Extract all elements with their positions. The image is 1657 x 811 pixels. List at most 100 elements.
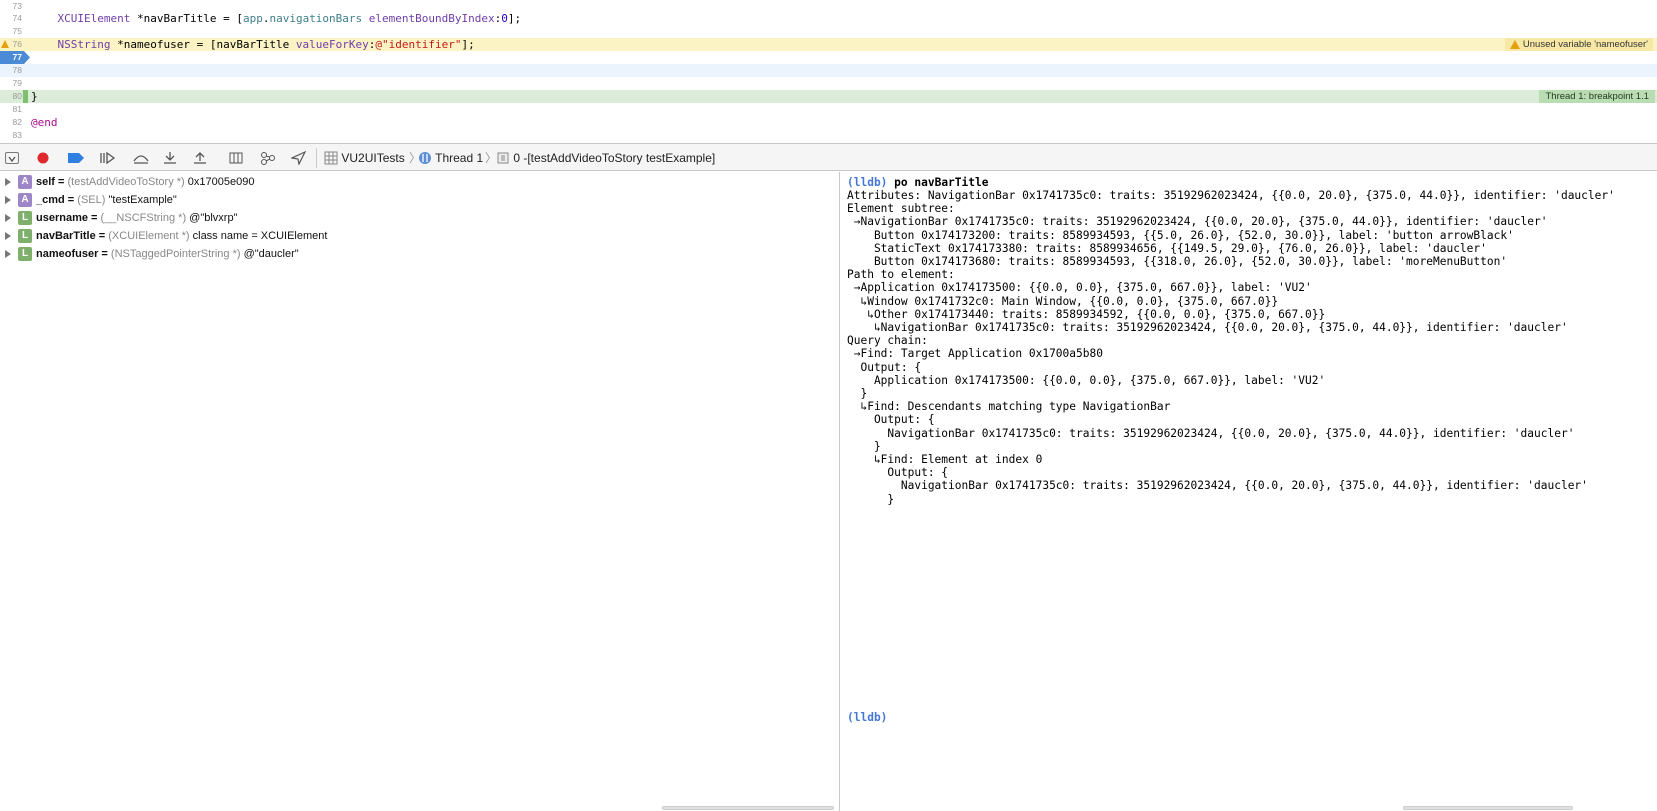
console-line: Query chain: bbox=[847, 334, 928, 348]
thread-icon bbox=[419, 152, 431, 164]
horizontal-scrollbar[interactable] bbox=[662, 806, 834, 810]
breakpoint-marker[interactable]: 77 bbox=[0, 51, 30, 64]
view-hierarchy-button[interactable] bbox=[228, 151, 244, 165]
variable-type: (XCUIElement *) bbox=[108, 230, 190, 242]
code-text: NSString *nameofuser = [navBarTitle valu… bbox=[57, 38, 475, 51]
code-line[interactable]: 83 bbox=[0, 129, 1657, 142]
step-over-button[interactable] bbox=[131, 151, 151, 165]
code-editor[interactable]: 73 74 XCUIElement *navBarTitle = [app.na… bbox=[0, 0, 1657, 143]
console-line: } bbox=[847, 492, 895, 506]
variable-value: @"daucler" bbox=[243, 248, 299, 260]
step-out-button[interactable] bbox=[192, 151, 208, 165]
console-line: Element subtree: bbox=[847, 202, 955, 216]
record-icon bbox=[37, 152, 49, 164]
disclosure-triangle-icon[interactable] bbox=[5, 178, 11, 186]
code-line[interactable]: 74 XCUIElement *navBarTitle = [app.navig… bbox=[0, 12, 1657, 25]
console-line: →NavigationBar 0x1741735c0: traits: 3519… bbox=[847, 215, 1548, 229]
memory-graph-icon bbox=[261, 152, 275, 165]
line-number: 80 bbox=[12, 91, 22, 101]
lldb-prompt: (lldb) bbox=[847, 176, 888, 189]
grid-target-icon bbox=[324, 151, 338, 165]
code-text: } bbox=[31, 90, 38, 103]
console-line: ↳Find: Descendants matching type Navigat… bbox=[847, 400, 1171, 414]
line-number: 82 bbox=[12, 117, 22, 127]
variable-name: navBarTitle bbox=[36, 230, 96, 242]
warning-icon bbox=[1509, 40, 1520, 49]
variable-type: (__NSCFString *) bbox=[100, 212, 187, 224]
variable-value: 0x17005e090 bbox=[187, 176, 255, 188]
variable-row[interactable]: A self = (testAddVideoToStory *) 0x17005… bbox=[0, 173, 840, 191]
location-arrow-icon bbox=[289, 150, 307, 166]
step-out-icon bbox=[194, 152, 206, 164]
code-line-breakpoint[interactable]: 80} Thread 1: breakpoint 1.1 bbox=[0, 90, 1657, 103]
breadcrumb-label: 0 -[testAddVideoToStory testExample] bbox=[513, 151, 716, 165]
line-number: 79 bbox=[12, 78, 22, 88]
activate-breakpoints-button[interactable] bbox=[66, 151, 86, 165]
console-line: Path to element: bbox=[847, 268, 955, 282]
disclosure-triangle-icon[interactable] bbox=[5, 250, 11, 258]
memory-graph-button[interactable] bbox=[260, 151, 276, 165]
code-line-warning[interactable]: 76 NSString *nameofuser = [navBarTitle v… bbox=[0, 38, 1657, 51]
step-over-icon bbox=[133, 155, 149, 164]
code-line[interactable]: 79 bbox=[0, 77, 1657, 90]
variable-value: "testExample" bbox=[108, 194, 177, 206]
code-line[interactable]: 77 bbox=[0, 51, 1657, 64]
code-line[interactable]: 82 @end bbox=[0, 116, 1657, 129]
console-line: Output: { bbox=[847, 413, 935, 427]
variable-type: (NSTaggedPointerString *) bbox=[110, 248, 241, 260]
stack-frame-icon bbox=[497, 152, 509, 164]
continue-icon bbox=[100, 151, 116, 165]
variable-row[interactable]: A _cmd = (SEL) "testExample" bbox=[0, 191, 840, 209]
code-line-current[interactable]: 78 bbox=[0, 64, 1657, 77]
warning-badge[interactable]: Unused variable 'nameofuser' bbox=[1504, 38, 1653, 51]
console-line: NavigationBar 0x1741735c0: traits: 35192… bbox=[847, 479, 1588, 493]
code-line[interactable]: 75 bbox=[0, 25, 1657, 38]
horizontal-scrollbar[interactable] bbox=[1403, 806, 1573, 810]
variable-row[interactable]: L nameofuser = (NSTaggedPointerString *)… bbox=[0, 245, 840, 263]
thread-badge[interactable]: Thread 1: breakpoint 1.1 bbox=[1539, 90, 1655, 103]
step-into-button[interactable] bbox=[162, 151, 178, 165]
variable-value: @"blvxrp" bbox=[189, 212, 238, 224]
variable-row[interactable]: L navBarTitle = (XCUIElement *) class na… bbox=[0, 227, 840, 245]
simulate-location-button[interactable] bbox=[289, 150, 307, 166]
breadcrumb-label: VU2UITests bbox=[341, 151, 405, 165]
console-line: ↳Other 0x174173440: traits: 8589934592, … bbox=[847, 307, 1326, 321]
variables-view[interactable]: A self = (testAddVideoToStory *) 0x17005… bbox=[0, 172, 840, 811]
breadcrumb-target[interactable]: VU2UITests bbox=[324, 150, 405, 166]
lldb-prompt[interactable]: (lldb) bbox=[847, 711, 887, 724]
console-line: } bbox=[847, 387, 868, 400]
hide-debug-area-button[interactable] bbox=[5, 152, 19, 164]
console-line: →Find: Target Application 0x1700a5b80 bbox=[847, 347, 1103, 361]
step-into-icon bbox=[164, 152, 176, 164]
variable-row[interactable]: L username = (__NSCFString *) @"blvxrp" bbox=[0, 209, 840, 227]
argument-badge: A bbox=[18, 175, 32, 189]
disclosure-triangle-icon[interactable] bbox=[5, 214, 11, 222]
debug-bar: VU2UITests 〉 Thread 1 〉 0 -[testAddVideo… bbox=[0, 143, 1657, 171]
continue-button[interactable] bbox=[98, 151, 118, 165]
warning-text: Unused variable 'nameofuser' bbox=[1522, 39, 1648, 50]
breakpoints-toggle-button[interactable] bbox=[35, 151, 51, 165]
console-line: Output: { bbox=[847, 466, 949, 480]
console-line: ↳Find: Element at index 0 bbox=[847, 453, 1043, 466]
console-line: } bbox=[847, 439, 881, 453]
breakpoint-icon bbox=[68, 153, 84, 163]
code-text: XCUIElement *navBarTitle = [app.navigati… bbox=[57, 12, 522, 25]
variable-name: self bbox=[36, 176, 55, 188]
console-line: ↳Window 0x1741732c0: Main Window, {{0.0,… bbox=[847, 294, 1279, 308]
local-badge: L bbox=[18, 229, 32, 243]
code-line[interactable]: 81 bbox=[0, 103, 1657, 116]
console-line: Attributes: NavigationBar 0x1741735c0: t… bbox=[847, 189, 1615, 202]
variable-name: nameofuser bbox=[36, 248, 99, 260]
line-number: 75 bbox=[12, 26, 22, 36]
variable-type: (testAddVideoToStory *) bbox=[67, 176, 185, 188]
line-number: 74 bbox=[12, 13, 22, 23]
argument-badge: A bbox=[18, 193, 32, 207]
console-output[interactable]: (lldb) po navBarTitle Attributes: Naviga… bbox=[841, 172, 1657, 811]
breadcrumb-frame[interactable]: 0 -[testAddVideoToStory testExample] bbox=[496, 150, 715, 166]
console-line: StaticText 0x174173380: traits: 85899346… bbox=[847, 241, 1487, 255]
local-badge: L bbox=[18, 211, 32, 225]
disclosure-triangle-icon[interactable] bbox=[5, 232, 11, 240]
disclosure-triangle-icon[interactable] bbox=[5, 196, 11, 204]
breadcrumb-thread[interactable]: Thread 1 bbox=[418, 150, 483, 166]
divider bbox=[316, 148, 317, 168]
